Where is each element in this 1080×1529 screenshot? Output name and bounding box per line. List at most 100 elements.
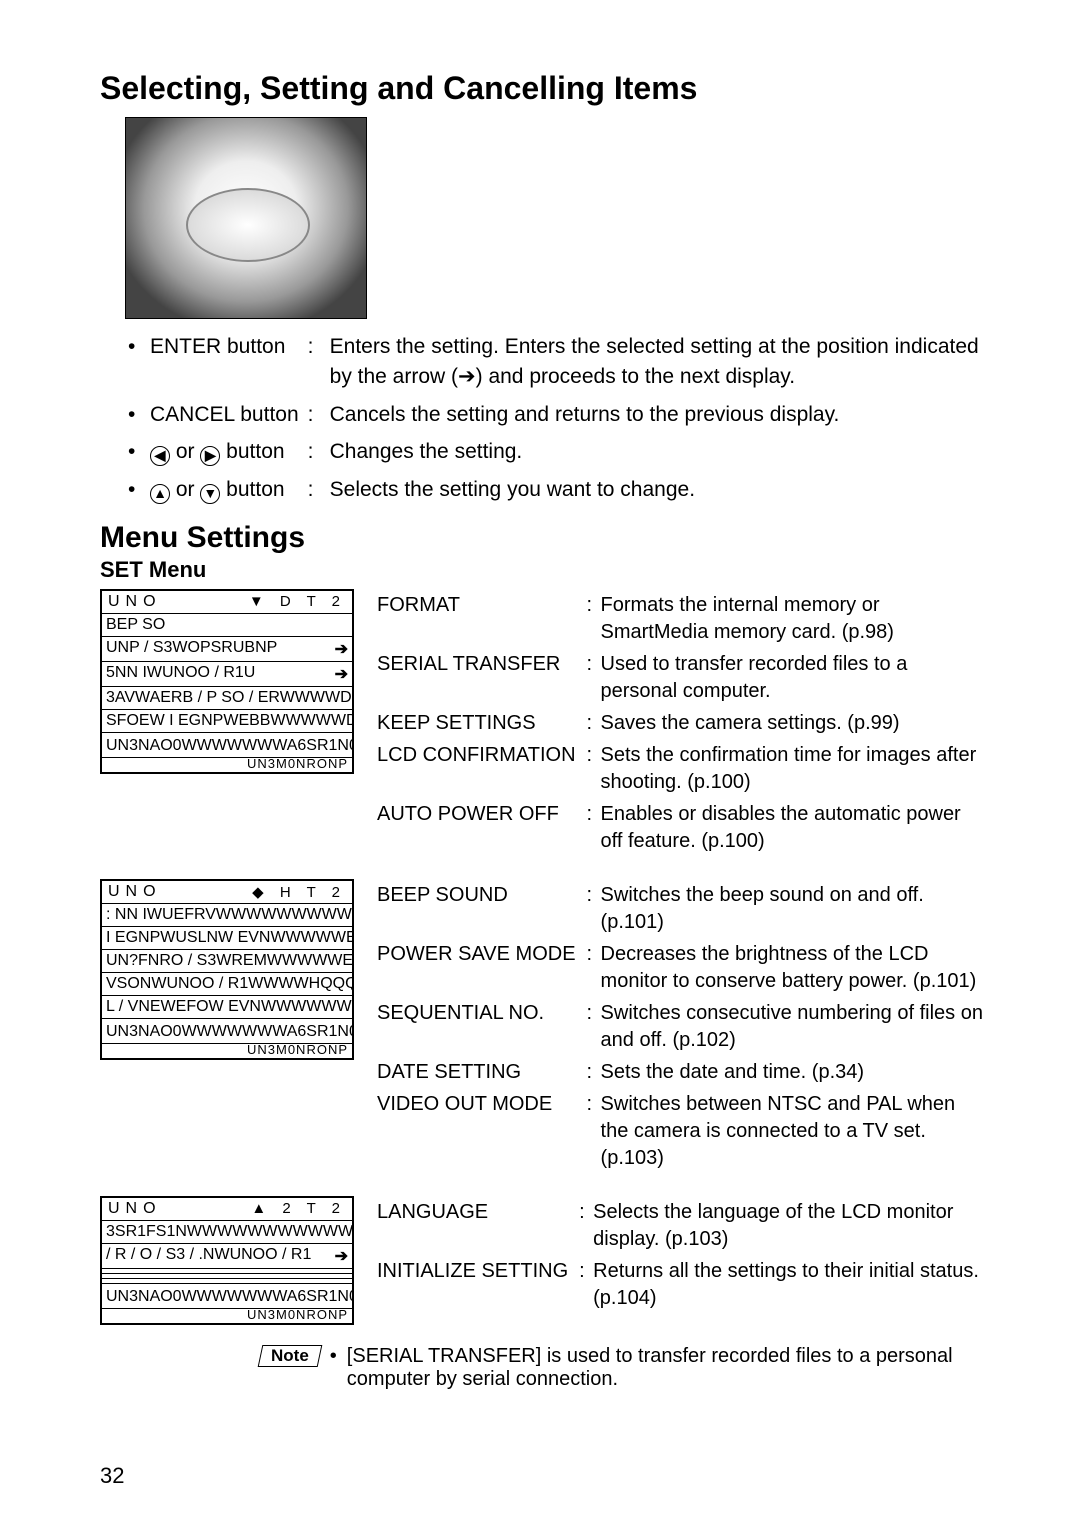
menu-row: L / VNEWEFOW EVNWWWWWWROUA xyxy=(106,998,352,1016)
desc: Enters the setting. Enters the selected … xyxy=(329,331,988,397)
colon: : xyxy=(586,741,598,798)
menu-row: BEP SO xyxy=(106,616,165,634)
suffix: button xyxy=(220,478,284,501)
item-key: DATE SETTING xyxy=(376,1058,584,1088)
heading-selecting: Selecting, Setting and Cancelling Items xyxy=(100,70,990,107)
colon: : xyxy=(578,1198,590,1255)
desc: Cancels the setting and returns to the p… xyxy=(329,399,988,434)
set-descriptions-2: BEEP SOUND:Switches the beep sound on an… xyxy=(374,879,990,1176)
menu-row: 3AVWAERB / P SO / ERWWWWDUNAM xyxy=(106,689,352,707)
item-desc: Formats the internal memory or SmartMedi… xyxy=(600,591,988,648)
item-key: FORMAT xyxy=(376,591,584,648)
menu-title-right: ◆ H T 2 xyxy=(252,883,346,901)
row-cancel: • CANCEL button : Cancels the setting an… xyxy=(127,399,988,434)
label: ▲ or ▼ button xyxy=(149,474,305,509)
colon: : xyxy=(586,1058,598,1088)
menu-screenshot-1: UNO ▼ D T 2 BEP SO UNP / S3WOPSRUBNP➔ 5N… xyxy=(100,589,354,774)
left-icon: ◀ xyxy=(150,446,170,466)
note-bullet: • xyxy=(330,1345,337,1368)
set-descriptions-3: LANGUAGE:Selects the language of the LCD… xyxy=(374,1196,990,1316)
colon: : xyxy=(586,709,598,739)
set-block-1: UNO ▼ D T 2 BEP SO UNP / S3WOPSRUBNP➔ 5N… xyxy=(100,589,990,859)
item-desc: Sets the confirmation time for images af… xyxy=(600,741,988,798)
menu-row: UN?FNRO / S3WREMWWWWWEBB xyxy=(106,952,352,970)
colon: : xyxy=(586,650,598,707)
set-block-2: UNO ◆ H T 2 : NN IWUEFRVWWWWWWWWWER I EG… xyxy=(100,879,990,1176)
item-key: LANGUAGE xyxy=(376,1198,576,1255)
menu-row: UNP / S3WOPSRUBNP xyxy=(106,639,277,659)
item-desc: Switches the beep sound on and off. (p.1… xyxy=(600,881,988,938)
colon: : xyxy=(586,1090,598,1174)
menu-title-right: ▲ 2 T 2 xyxy=(251,1200,346,1218)
label: ENTER button xyxy=(149,331,305,397)
menu-title-left: UNO xyxy=(108,883,162,901)
menu-row: UN3NAO0WWWWWWWA6SR1N0◀▶ xyxy=(106,1286,352,1306)
manual-page: Selecting, Setting and Cancelling Items … xyxy=(0,0,1080,1529)
bullet: • xyxy=(127,331,147,397)
page-number: 32 xyxy=(100,1463,124,1489)
menu-bottom: UN3M0NRONP xyxy=(247,1042,348,1057)
item-key: AUTO POWER OFF xyxy=(376,800,584,857)
colon: : xyxy=(578,1257,590,1314)
menu-title-left: UNO xyxy=(108,593,162,611)
arrow-icon: ➔ xyxy=(335,639,348,659)
heading-menu: Menu Settings xyxy=(100,521,990,555)
menu-row: 3SR1FS1NWWWWWWWWWWWNR13 / U6 xyxy=(106,1223,352,1241)
item-desc: Used to transfer recorded files to a per… xyxy=(600,650,988,707)
menu-bottom: UN3M0NRONP xyxy=(247,1307,348,1322)
item-key: INITIALIZE SETTING xyxy=(376,1257,576,1314)
set-block-3: UNO ▲ 2 T 2 3SR1FS1NWWWWWWWWWWWNR13 / U6… xyxy=(100,1196,990,1325)
down-icon: ▼ xyxy=(200,484,220,504)
suffix: button xyxy=(220,440,284,463)
desc: Changes the setting. xyxy=(329,436,988,471)
menu-row: VSONWUNOO / R1WWWWHQQQTWKTD8 xyxy=(106,975,352,993)
colon: : xyxy=(586,881,598,938)
note-text: [SERIAL TRANSFER] is used to transfer re… xyxy=(347,1345,990,1391)
menu-row: / R / O / S3 / .NWUNOO / R1 xyxy=(106,1246,311,1266)
item-key: VIDEO OUT MODE xyxy=(376,1090,584,1174)
row-up-down: • ▲ or ▼ button : Selects the setting yo… xyxy=(127,474,988,509)
camera-illustration xyxy=(125,117,367,319)
colon: : xyxy=(307,331,327,397)
or-text: or xyxy=(170,478,200,501)
heading-set-menu: SET Menu xyxy=(100,557,990,583)
item-desc: Returns all the settings to their initia… xyxy=(592,1257,988,1314)
menu-row: 5NN IWUNOO / R1U xyxy=(106,664,255,684)
item-key: SEQUENTIAL NO. xyxy=(376,999,584,1056)
colon: : xyxy=(586,591,598,648)
item-desc: Switches consecutive numbering of files … xyxy=(600,999,988,1056)
row-enter: • ENTER button : Enters the setting. Ent… xyxy=(127,331,988,397)
item-key: BEEP SOUND xyxy=(376,881,584,938)
item-desc: Selects the language of the LCD monitor … xyxy=(592,1198,988,1255)
button-explanation-table: • ENTER button : Enters the setting. Ent… xyxy=(125,329,990,511)
bullet: • xyxy=(127,474,147,509)
label: CANCEL button xyxy=(149,399,305,434)
item-desc: Sets the date and time. (p.34) xyxy=(600,1058,988,1088)
colon: : xyxy=(307,474,327,509)
item-desc: Switches between NTSC and PAL when the c… xyxy=(600,1090,988,1174)
menu-row: UN3NAO0WWWWWWWA6SR1N0◀▶ xyxy=(106,1021,352,1041)
up-icon: ▲ xyxy=(150,484,170,504)
menu-screenshot-3: UNO ▲ 2 T 2 3SR1FS1NWWWWWWWWWWWNR13 / U6… xyxy=(100,1196,354,1325)
item-desc: Decreases the brightness of the LCD moni… xyxy=(600,940,988,997)
colon: : xyxy=(586,999,598,1056)
menu-row: : NN IWUEFRVWWWWWWWWWER xyxy=(106,906,352,924)
item-key: POWER SAVE MODE xyxy=(376,940,584,997)
arrow-icon: ➔ xyxy=(335,664,348,684)
arrow-icon: ➔ xyxy=(335,1246,348,1266)
set-descriptions-1: FORMAT:Formats the internal memory or Sm… xyxy=(374,589,990,859)
menu-row: UN3NAO0WWWWWWWA6SR1N0◀▶ xyxy=(106,735,352,755)
item-key: KEEP SETTINGS xyxy=(376,709,584,739)
menu-row: I EGNPWUSLNW EVNWWWWWEBB xyxy=(106,929,352,947)
bullet: • xyxy=(127,399,147,434)
label: ◀ or ▶ button xyxy=(149,436,305,471)
right-icon: ▶ xyxy=(200,446,220,466)
colon: : xyxy=(586,940,598,997)
note-badge: Note xyxy=(258,1345,322,1367)
or-text: or xyxy=(170,440,200,463)
note-row: Note • [SERIAL TRANSFER] is used to tran… xyxy=(260,1345,990,1391)
colon: : xyxy=(307,399,327,434)
menu-row: SFOEW I EGNPWEBBWWWWWD / R xyxy=(106,712,352,730)
item-key: SERIAL TRANSFER xyxy=(376,650,584,707)
item-desc: Saves the camera settings. (p.99) xyxy=(600,709,988,739)
